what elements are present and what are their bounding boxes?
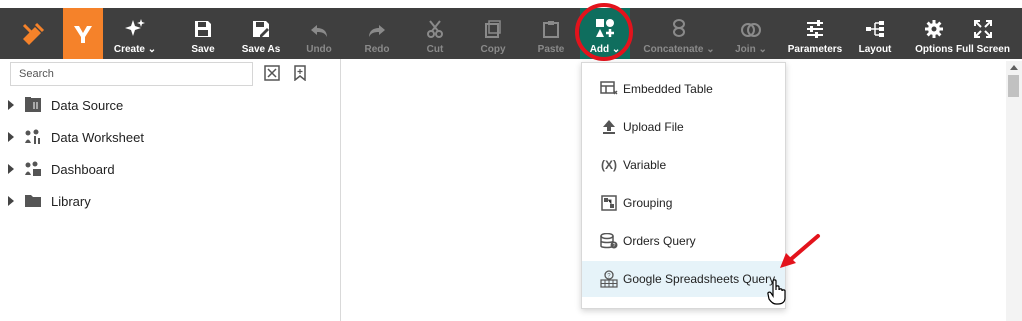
concatenate-icon: [672, 12, 686, 38]
expand-caret-icon[interactable]: [8, 196, 14, 206]
redo-button[interactable]: Redo: [358, 8, 396, 59]
menu-item-label: Embedded Table: [623, 82, 713, 96]
paste-label: Paste: [537, 44, 565, 55]
undo-button[interactable]: Undo: [300, 8, 338, 59]
cut-label: Cut: [426, 44, 444, 55]
parameters-button[interactable]: Parameters: [786, 8, 844, 59]
save-icon: [194, 12, 212, 38]
gear-icon: [925, 12, 943, 38]
grouping-icon: [599, 194, 619, 212]
expand-caret-icon[interactable]: [8, 132, 14, 142]
scissors-icon: [427, 12, 443, 38]
clear-search-icon[interactable]: [264, 65, 280, 81]
menu-item-label: Orders Query: [623, 234, 696, 248]
dashboard-icon: [24, 161, 42, 177]
copy-button[interactable]: Copy: [474, 8, 512, 59]
tree-item-label: Dashboard: [51, 161, 115, 177]
menu-item-google-spreadsheets-query[interactable]: ? Google Spreadsheets Query: [582, 261, 785, 297]
upload-icon: [599, 118, 619, 136]
menu-item-label: Google Spreadsheets Query: [623, 272, 776, 286]
options-button[interactable]: Options: [912, 8, 956, 59]
spreadsheet-query-icon: ?: [599, 270, 619, 288]
database-icon: [24, 97, 42, 113]
join-icon: [740, 12, 762, 38]
sparkle-icon: [124, 12, 146, 38]
tree-item-data-worksheet[interactable]: Data Worksheet: [8, 127, 144, 147]
svg-text:?: ?: [613, 243, 616, 249]
menu-item-label: Grouping: [623, 196, 673, 210]
tree-item-label: Library: [51, 193, 91, 209]
search-input[interactable]: [10, 62, 253, 86]
layout-button[interactable]: Layout: [856, 8, 894, 59]
scroll-thumb[interactable]: [1008, 75, 1019, 97]
options-label: Options: [915, 44, 953, 55]
join-label: Join: [735, 44, 756, 55]
cut-button[interactable]: Cut: [416, 8, 454, 59]
copy-label: Copy: [480, 44, 506, 55]
expand-caret-icon[interactable]: [8, 164, 14, 174]
folder-icon: [24, 193, 42, 209]
redo-label: Redo: [364, 44, 390, 55]
scroll-up-arrow-icon[interactable]: [1010, 65, 1018, 70]
copy-icon: [484, 12, 502, 38]
asset-tree-panel: Data Source Data Worksheet Dashboard Lib…: [0, 59, 341, 321]
undo-label: Undo: [306, 44, 332, 55]
layout-label: Layout: [858, 44, 892, 55]
bookmark-icon[interactable]: [292, 65, 308, 82]
concatenate-button[interactable]: Concatenate ⌄: [641, 8, 717, 59]
save-as-button[interactable]: Save As: [238, 8, 284, 59]
tree-item-library[interactable]: Library: [8, 191, 91, 211]
full-screen-button[interactable]: Full Screen: [956, 8, 1010, 59]
menu-item-variable[interactable]: (X) Variable: [582, 147, 785, 183]
add-menu: Embedded Table Upload File (X) Variable …: [581, 62, 786, 309]
parameters-label: Parameters: [787, 44, 843, 55]
tree-item-label: Data Source: [51, 97, 124, 113]
save-as-icon: [252, 12, 270, 38]
variable-icon: (X): [601, 158, 617, 172]
add-label: Add: [589, 44, 610, 55]
worksheet-icon: [24, 129, 42, 145]
tree-item-label: Data Worksheet: [51, 129, 144, 145]
chevron-down-icon: ⌄: [611, 44, 621, 55]
menu-item-label: Upload File: [623, 120, 684, 134]
add-shapes-icon: [595, 12, 615, 38]
menu-item-orders-query[interactable]: ? Orders Query: [582, 223, 785, 259]
create-button[interactable]: Create ⌄: [110, 8, 160, 59]
sliders-icon: [806, 12, 824, 38]
save-as-label: Save As: [241, 44, 281, 55]
concatenate-label: Concatenate: [643, 44, 704, 55]
clipboard-icon: [543, 12, 559, 38]
designer-logo-icon[interactable]: [8, 8, 57, 59]
save-label: Save: [191, 44, 215, 55]
layout-tree-icon: [865, 12, 885, 38]
add-button[interactable]: Add ⌄: [580, 8, 630, 59]
chevron-down-icon: ⌄: [706, 44, 715, 55]
menu-item-label: Variable: [623, 158, 667, 172]
tree-item-data-source[interactable]: Data Source: [8, 95, 123, 115]
chevron-down-icon: ⌄: [147, 44, 157, 55]
tree-item-dashboard[interactable]: Dashboard: [8, 159, 115, 179]
menu-item-upload-file[interactable]: Upload File: [582, 109, 785, 145]
full-screen-label: Full Screen: [956, 44, 1010, 55]
embedded-table-icon: [599, 80, 619, 98]
chevron-down-icon: ⌄: [758, 44, 767, 55]
app-logo-icon[interactable]: [63, 8, 103, 59]
save-button[interactable]: Save: [183, 8, 223, 59]
menu-item-embedded-table[interactable]: Embedded Table: [582, 71, 785, 107]
create-label: Create: [113, 44, 145, 55]
redo-icon: [367, 12, 387, 38]
expand-icon: [974, 12, 992, 38]
database-query-icon: ?: [599, 232, 619, 250]
paste-button[interactable]: Paste: [532, 8, 570, 59]
undo-icon: [309, 12, 329, 38]
join-button[interactable]: Join ⌄: [730, 8, 772, 59]
expand-caret-icon[interactable]: [8, 100, 14, 110]
vertical-scrollbar[interactable]: [1006, 61, 1022, 321]
menu-item-grouping[interactable]: Grouping: [582, 185, 785, 221]
